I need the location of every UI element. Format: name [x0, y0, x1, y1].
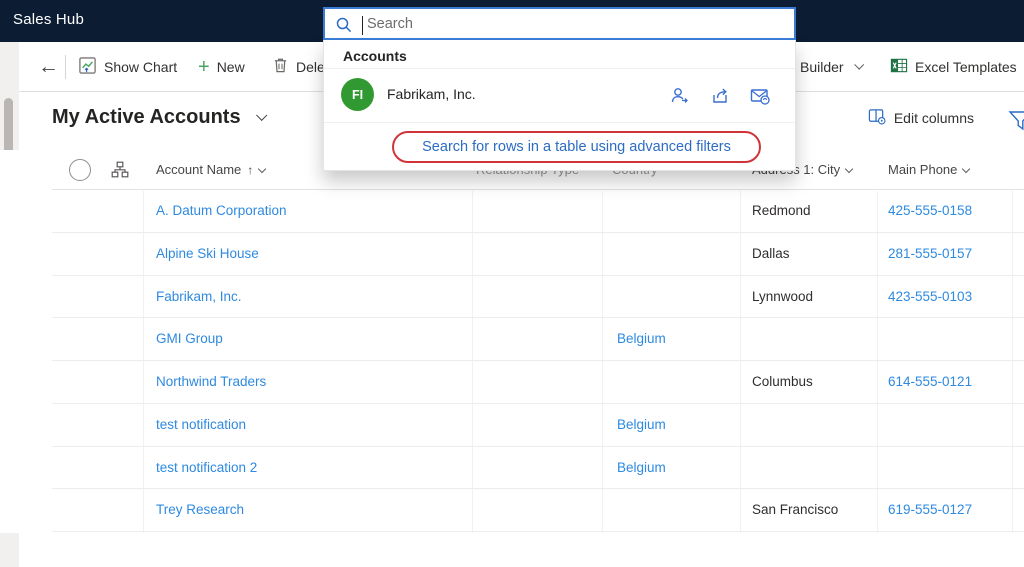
- phone-link[interactable]: 614-555-0121: [888, 361, 972, 404]
- table-row: A. Datum Corporation Redmond 425-555-015…: [0, 190, 1024, 233]
- assign-icon[interactable]: [669, 85, 691, 107]
- account-avatar[interactable]: FI: [341, 78, 374, 111]
- city-cell: Columbus: [752, 374, 813, 389]
- city-cell: Redmond: [752, 203, 811, 218]
- hierarchy-icon[interactable]: [111, 161, 129, 183]
- chevron-down-icon: [258, 164, 267, 174]
- back-button[interactable]: ←: [38, 42, 59, 91]
- column-header-account-name[interactable]: Account Name ↑: [156, 150, 267, 190]
- account-name-link[interactable]: Trey Research: [156, 489, 244, 532]
- account-name-link[interactable]: test notification: [156, 404, 246, 447]
- excel-templates-label: Excel Templates: [915, 58, 1017, 75]
- country-link[interactable]: Belgium: [617, 447, 666, 490]
- search-input[interactable]: [365, 9, 790, 38]
- accounts-grid: Account Name↑ Relationship Type Country …: [0, 150, 1024, 533]
- show-chart-button[interactable]: Show Chart: [78, 42, 177, 91]
- filter-funnel-icon[interactable]: [1008, 109, 1024, 138]
- toolbar-divider: [65, 55, 66, 79]
- city-cell: San Francisco: [752, 502, 839, 518]
- search-result-link[interactable]: Fabrikam, Inc.: [387, 78, 476, 111]
- city-cell: Lynnwood: [752, 288, 814, 304]
- edit-columns-button[interactable]: Edit columns: [862, 106, 980, 129]
- table-row: Alpine Ski House Dallas 281-555-0157: [0, 233, 1024, 276]
- country-link[interactable]: Belgium: [617, 404, 666, 447]
- grid-body: A. Datum Corporation Redmond 425-555-015…: [0, 190, 1024, 532]
- new-label: New: [216, 58, 245, 75]
- show-chart-icon: [78, 56, 97, 78]
- trash-icon: [272, 56, 289, 77]
- chevron-down-icon: [962, 164, 971, 174]
- account-name-link[interactable]: A. Datum Corporation: [156, 190, 287, 233]
- advanced-filter-link[interactable]: Search for rows in a table using advance…: [422, 139, 731, 155]
- table-row: Northwind Traders Columbus 614-555-0121: [0, 361, 1024, 404]
- column-label: Account Name: [156, 162, 242, 177]
- results-section-label: Accounts: [343, 48, 407, 64]
- dropdown-divider: [324, 68, 795, 69]
- account-name-link[interactable]: Fabrikam, Inc.: [156, 276, 242, 319]
- show-chart-label: Show Chart: [104, 58, 178, 75]
- share-icon[interactable]: [709, 85, 731, 107]
- phone-link[interactable]: 281-555-0157: [888, 233, 972, 276]
- text-caret: [362, 16, 363, 35]
- phone-link[interactable]: 425-555-0158: [888, 190, 972, 233]
- new-button[interactable]: + New: [198, 42, 245, 91]
- edit-columns-icon: [868, 107, 886, 128]
- edit-columns-label: Edit columns: [893, 109, 974, 126]
- column-label: Main Phone: [888, 162, 958, 177]
- excel-templates-button[interactable]: Excel Templates: [890, 42, 1017, 91]
- table-row: Trey Research San Francisco 619-555-0127: [0, 489, 1024, 532]
- table-row: GMI Group Belgium: [0, 318, 1024, 361]
- global-search-box: [323, 7, 796, 40]
- dropdown-divider: [324, 122, 795, 123]
- account-name-link[interactable]: GMI Group: [156, 318, 223, 361]
- table-row: test notification Belgium: [0, 404, 1024, 447]
- account-name-link[interactable]: Northwind Traders: [156, 361, 266, 404]
- sort-ascending-icon: ↑: [247, 163, 254, 177]
- column-header-main-phone[interactable]: Main Phone: [888, 150, 971, 190]
- email-link-icon[interactable]: [749, 85, 771, 107]
- view-title: My Active Accounts: [52, 106, 241, 128]
- advanced-filter-highlight: Search for rows in a table using advance…: [392, 131, 761, 163]
- excel-icon: [890, 57, 908, 77]
- table-row: Fabrikam, Inc. Lynnwood 423-555-0103: [0, 276, 1024, 319]
- account-name-link[interactable]: Alpine Ski House: [156, 233, 259, 276]
- back-arrow-icon: ←: [38, 54, 59, 78]
- select-all-checkbox[interactable]: [69, 159, 91, 181]
- builder-label: Builder: [800, 58, 844, 75]
- country-link[interactable]: Belgium: [617, 318, 666, 361]
- chevron-down-icon: [844, 164, 854, 174]
- view-selector[interactable]: My Active Accounts: [52, 106, 267, 129]
- phone-link[interactable]: 619-555-0127: [888, 489, 972, 532]
- chevron-down-icon: [255, 109, 267, 121]
- city-cell: Dallas: [752, 245, 790, 261]
- builder-dropdown-button[interactable]: Builder: [800, 42, 864, 91]
- phone-link[interactable]: 423-555-0103: [888, 276, 972, 319]
- chevron-down-icon: [853, 59, 864, 70]
- sales-hub-window: Sales Hub ← Show Chart + New Delete Buil…: [0, 0, 1024, 567]
- app-title[interactable]: Sales Hub: [13, 11, 84, 28]
- plus-icon: +: [198, 55, 210, 78]
- search-results-dropdown: Accounts FI Fabrikam, Inc. Search for ro…: [323, 40, 796, 171]
- table-row: test notification 2 Belgium: [0, 447, 1024, 490]
- account-name-link[interactable]: test notification 2: [156, 447, 257, 490]
